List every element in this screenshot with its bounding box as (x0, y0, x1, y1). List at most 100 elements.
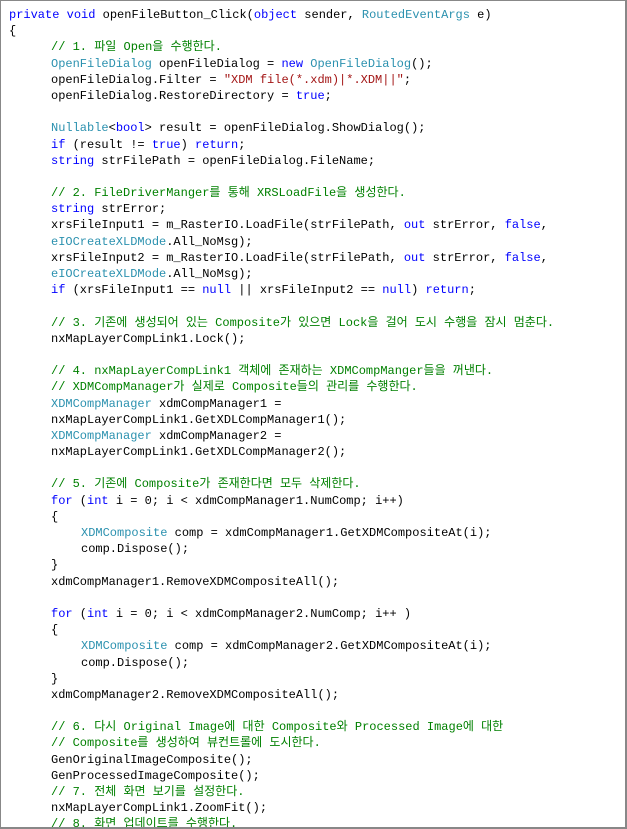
code-line: // 4. nxMapLayerCompLink1 객체에 존재하는 XDMCo… (9, 363, 617, 379)
token-type: XDMComposite (81, 639, 167, 653)
token-comment: // XDMCompManager가 실제로 Composite들의 관리를 수… (51, 380, 418, 394)
token-plain: strError, (425, 218, 504, 232)
token-plain: comp = xdmCompManager2.GetXDMCompositeAt… (167, 639, 491, 653)
code-line: XDMComposite comp = xdmCompManager2.GetX… (9, 638, 617, 654)
token-plain: .All_NoMsg); (166, 235, 252, 249)
token-kw: object (254, 8, 297, 22)
code-line: XDMCompManager xdmCompManager2 = (9, 428, 617, 444)
code-line: } (9, 671, 617, 687)
token-plain: strFilePath = openFileDialog.FileName; (94, 154, 375, 168)
token-kw: for (51, 494, 73, 508)
token-plain (51, 348, 58, 362)
token-plain (51, 461, 58, 475)
token-plain (51, 299, 58, 313)
code-line (9, 298, 617, 314)
token-plain: ) (181, 138, 195, 152)
code-line: eIOCreateXLDMode.All_NoMsg); (9, 266, 617, 282)
code-line: xrsFileInput2 = m_RasterIO.LoadFile(strF… (9, 250, 617, 266)
code-line: openFileDialog.Filter = "XDM file(*.xdm)… (9, 72, 617, 88)
code-line: if (result != true) return; (9, 137, 617, 153)
code-line: string strFilePath = openFileDialog.File… (9, 153, 617, 169)
token-plain: .All_NoMsg); (166, 267, 252, 281)
code-line: // 6. 다시 Original Image에 대한 Composite와 P… (9, 719, 617, 735)
code-line: for (int i = 0; i < xdmCompManager2.NumC… (9, 606, 617, 622)
code-line: xrsFileInput1 = m_RasterIO.LoadFile(strF… (9, 217, 617, 233)
token-kw: true (152, 138, 181, 152)
token-plain: xdmCompManager1.RemoveXDMCompositeAll(); (51, 575, 339, 589)
token-plain: } (51, 558, 58, 572)
token-kw: void (67, 8, 96, 22)
token-kw: for (51, 607, 73, 621)
code-line: XDMCompManager xdmCompManager1 = (9, 396, 617, 412)
code-line: openFileDialog.RestoreDirectory = true; (9, 88, 617, 104)
token-plain: } (51, 672, 58, 686)
code-line: comp.Dispose(); (9, 541, 617, 557)
token-plain: { (51, 510, 58, 524)
code-line (9, 703, 617, 719)
token-type: OpenFileDialog (51, 57, 152, 71)
token-plain: openFileButton_Click( (95, 8, 253, 22)
token-plain: { (9, 24, 16, 38)
code-line: // XDMCompManager가 실제로 Composite들의 관리를 수… (9, 379, 617, 395)
code-line: nxMapLayerCompLink1.GetXDLCompManager2()… (9, 444, 617, 460)
token-plain: nxMapLayerCompLink1.Lock(); (51, 332, 245, 346)
code-line (9, 347, 617, 363)
code-line: xdmCompManager2.RemoveXDMCompositeAll(); (9, 687, 617, 703)
token-plain: comp.Dispose(); (81, 656, 189, 670)
token-kw: false (505, 251, 541, 265)
token-type: eIOCreateXLDMode (51, 267, 166, 281)
token-kw: if (51, 138, 65, 152)
code-line (9, 460, 617, 476)
code-line (9, 104, 617, 120)
token-plain: nxMapLayerCompLink1.GetXDLCompManager1()… (51, 413, 346, 427)
token-plain: openFileDialog.Filter = (51, 73, 224, 87)
token-type: XDMCompManager (51, 429, 152, 443)
token-comment: // 3. 기존에 생성되어 있는 Composite가 있으면 Lock을 걸… (51, 316, 554, 330)
code-line: OpenFileDialog openFileDialog = new Open… (9, 56, 617, 72)
token-plain: e) (470, 8, 492, 22)
code-line: // 5. 기존에 Composite가 존재한다면 모두 삭제한다. (9, 476, 617, 492)
token-plain: ( (73, 607, 87, 621)
token-plain (51, 105, 58, 119)
code-line: // 1. 파일 Open을 수행한다. (9, 39, 617, 55)
token-kw: new (281, 57, 303, 71)
token-kw: true (296, 89, 325, 103)
token-comment: // Composite를 생성하여 뷰컨트롤에 도시한다. (51, 736, 321, 750)
token-plain: GenProcessedImageComposite(); (51, 769, 260, 783)
token-kw: string (51, 154, 94, 168)
token-kw: int (87, 494, 109, 508)
token-kw: private (9, 8, 59, 22)
token-plain: GenOriginalImageComposite(); (51, 753, 253, 767)
token-plain: comp = xdmCompManager1.GetXDMCompositeAt… (167, 526, 491, 540)
token-kw: string (51, 202, 94, 216)
token-plain: openFileDialog = (152, 57, 282, 71)
token-kw: null (382, 283, 411, 297)
token-kw: return (426, 283, 469, 297)
code-line: private void openFileButton_Click(object… (9, 7, 617, 23)
code-line: nxMapLayerCompLink1.GetXDLCompManager1()… (9, 412, 617, 428)
code-line: // 8. 화면 업데이트를 수행한다. (9, 816, 617, 829)
code-line: // 7. 전체 화면 보기를 설정한다. (9, 784, 617, 800)
code-line: string strError; (9, 201, 617, 217)
code-line: // Composite를 생성하여 뷰컨트롤에 도시한다. (9, 735, 617, 751)
token-plain: xdmCompManager2.RemoveXDMCompositeAll(); (51, 688, 339, 702)
token-plain: < (109, 121, 116, 135)
token-plain: ; (404, 73, 411, 87)
token-comment: // 6. 다시 Original Image에 대한 Composite와 P… (51, 720, 503, 734)
token-comment: // 8. 화면 업데이트를 수행한다. (51, 817, 237, 829)
token-plain: , (541, 218, 548, 232)
token-plain: { (51, 623, 58, 637)
code-line: XDMComposite comp = xdmCompManager1.GetX… (9, 525, 617, 541)
token-plain: comp.Dispose(); (81, 542, 189, 556)
token-type: XDMComposite (81, 526, 167, 540)
token-plain: xdmCompManager1 = (152, 397, 282, 411)
code-line: { (9, 23, 617, 39)
token-kw: false (505, 218, 541, 232)
token-str: "XDM file(*.xdm)|*.XDM||" (224, 73, 404, 87)
token-type: XDMCompManager (51, 397, 152, 411)
token-type: Nullable (51, 121, 109, 135)
token-type: OpenFileDialog (310, 57, 411, 71)
code-line: } (9, 557, 617, 573)
token-plain: nxMapLayerCompLink1.GetXDLCompManager2()… (51, 445, 346, 459)
token-comment: // 5. 기존에 Composite가 존재한다면 모두 삭제한다. (51, 477, 361, 491)
